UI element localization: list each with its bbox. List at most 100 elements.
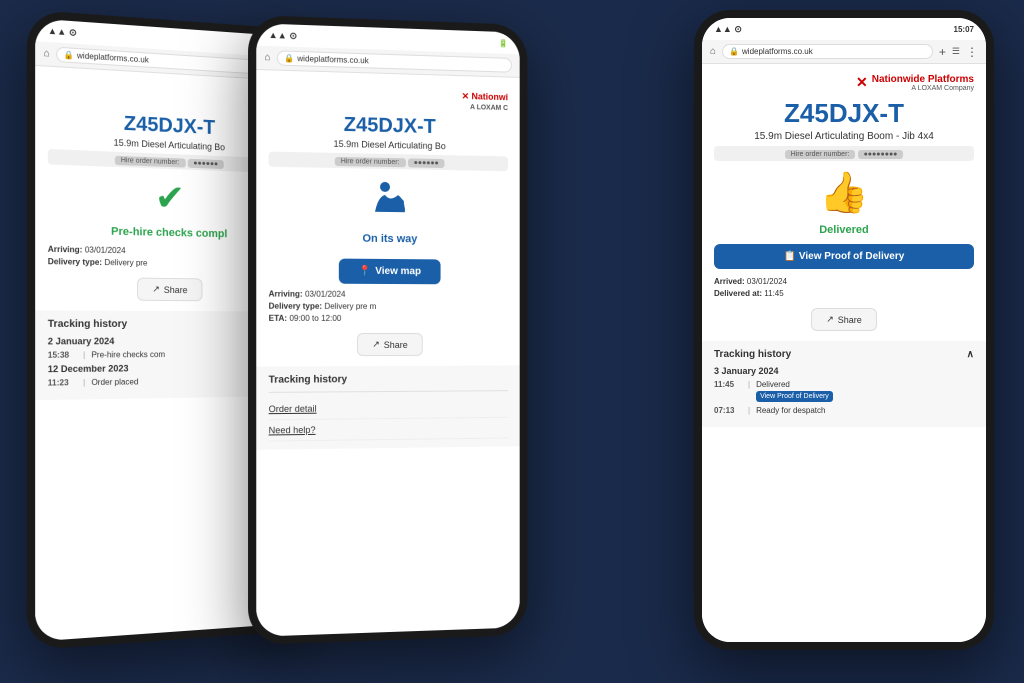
tracking-time-1-left: 15:38 — [48, 350, 77, 359]
arriving-value-left: 03/01/2024 — [85, 245, 126, 255]
share-button-left[interactable]: ↗ Share — [137, 278, 202, 302]
plus-icon-right[interactable]: + — [939, 45, 946, 59]
share-label-right: Share — [838, 315, 862, 325]
tracking-time-2-left: 11:23 — [48, 378, 77, 388]
phone-middle-body: ▲▲ ⊙ 🔋 ⌂ 🔒 wideplatforms.co.uk — [248, 15, 527, 645]
need-help-link[interactable]: Need help? — [269, 418, 508, 442]
url-bar-middle[interactable]: 🔒 wideplatforms.co.uk — [277, 50, 512, 72]
phone-right-body: ▲▲ ⊙ 15:07 ⌂ 🔒 wideplatforms.co.uk + ☰ ⋮ — [694, 10, 994, 650]
tracking-history-label-right: Tracking history — [714, 349, 791, 360]
arrived-right: Arrived: 03/01/2024 — [714, 277, 974, 286]
brand-sub-right: A LOXAM Company — [872, 85, 974, 92]
delivery-type-label-middle: Delivery type: — [269, 302, 323, 311]
tracking-entry-2-right: 07:13 | Ready for despatch — [714, 406, 974, 415]
hire-order-label-right: Hire order number: — [785, 150, 856, 159]
status-text-middle: On its way — [269, 232, 508, 247]
hire-order-value-left: ●●●●●● — [188, 159, 224, 169]
view-map-button[interactable]: 📍 View map — [339, 259, 441, 285]
order-detail-link[interactable]: Order detail — [269, 397, 508, 420]
eta-middle: ETA: 09:00 to 12:00 — [269, 314, 508, 323]
tracking-sep-2-left: | — [83, 378, 85, 387]
status-middle-battery: 🔋 — [498, 38, 508, 47]
machine-id-middle: Z45DJX-T — [269, 112, 508, 141]
delivery-type-value-left: Delivery pre — [104, 258, 147, 268]
order-detail-label: Order detail — [269, 404, 317, 415]
tracking-chevron-right[interactable]: ∧ — [967, 349, 974, 360]
content-inner-right: ✕ Nationwide Platforms A LOXAM Company Z… — [702, 64, 986, 437]
delivery-type-label-left: Delivery type: — [48, 257, 102, 267]
arriving-label-middle: Arriving: — [269, 289, 303, 298]
tracking-time-2-right: 07:13 — [714, 406, 742, 415]
tracking-history-label-left: Tracking history — [48, 319, 127, 330]
url-bar-right[interactable]: 🔒 wideplatforms.co.uk — [722, 44, 933, 59]
more-options-icon-right[interactable]: ⋮ — [966, 45, 978, 59]
need-help-label: Need help? — [269, 425, 316, 436]
phone-right-content: ✕ Nationwide Platforms A LOXAM Company Z… — [702, 64, 986, 642]
fade-overlay-middle — [256, 549, 519, 637]
arrived-label-right: Arrived: — [714, 277, 745, 286]
tracking-title-right: Tracking history ∧ — [714, 349, 974, 360]
lock-icon-right: 🔒 — [729, 47, 739, 56]
status-bar-right: ▲▲ ⊙ 15:07 — [702, 18, 986, 40]
status-icon-right: 👍 — [714, 169, 974, 216]
tracking-desc-2-right: Ready for despatch — [756, 406, 974, 415]
arriving-label-left: Arriving: — [48, 245, 83, 255]
bookmarks-icon-right[interactable]: ☰ — [952, 46, 960, 57]
home-icon-left[interactable]: ⌂ — [44, 48, 50, 60]
hire-order-label-middle: Hire order number: — [335, 157, 406, 167]
map-pin-icon: 📍 — [359, 266, 371, 277]
machine-id-right: Z45DJX-T — [714, 98, 974, 129]
tracking-history-label-middle: Tracking history — [269, 374, 348, 386]
url-text-left: wideplatforms.co.uk — [77, 51, 149, 65]
status-middle-icons: 🔋 — [498, 38, 508, 47]
lock-icon-left: 🔒 — [63, 50, 73, 60]
status-icon-middle — [269, 175, 508, 227]
content-inner-middle: ✕ NationwiA LOXAM C Z45DJX-T 15.9m Diese… — [256, 70, 519, 460]
view-map-label: View map — [375, 266, 421, 277]
home-icon-middle[interactable]: ⌂ — [264, 52, 270, 63]
delivered-at-label-right: Delivered at: — [714, 289, 762, 298]
status-middle-signal: ▲▲ ⊙ — [269, 29, 297, 41]
tracking-sep-1-right: | — [748, 380, 750, 402]
machine-desc-right: 15.9m Diesel Articulating Boom - Jib 4x4 — [714, 131, 974, 142]
share-button-middle[interactable]: ↗ Share — [357, 333, 422, 356]
eta-value-middle: 09:00 to 12:00 — [289, 314, 341, 323]
delivered-at-value-right: 11:45 — [764, 289, 783, 298]
tracking-sep-1-left: | — [83, 350, 85, 359]
share-label-middle: Share — [384, 339, 408, 349]
phone-right-screen: ▲▲ ⊙ 15:07 ⌂ 🔒 wideplatforms.co.uk + ☰ ⋮ — [702, 18, 986, 642]
status-right-time: 15:07 — [954, 25, 974, 34]
arriving-value-middle: 03/01/2024 — [305, 290, 346, 299]
view-pod-button[interactable]: 📋 View Proof of Delivery — [714, 244, 974, 269]
tracking-time-1-right: 11:45 — [714, 380, 742, 402]
tracking-sep-2-right: | — [748, 406, 750, 415]
pod-icon: 📋 — [784, 251, 796, 262]
tracking-history-right: Tracking history ∧ 3 January 2024 11:45 … — [702, 341, 986, 427]
brand-logo-middle: ✕ NationwiA LOXAM C — [269, 81, 508, 113]
divider-1-middle — [269, 390, 508, 393]
phone-middle: ▲▲ ⊙ 🔋 ⌂ 🔒 wideplatforms.co.uk — [248, 15, 527, 645]
home-icon-right[interactable]: ⌂ — [710, 46, 716, 57]
phone-right: ▲▲ ⊙ 15:07 ⌂ 🔒 wideplatforms.co.uk + ☰ ⋮ — [694, 10, 994, 650]
share-icon-middle: ↗ — [372, 339, 380, 350]
hire-order-value-right: ●●●●●●●● — [858, 150, 904, 159]
delivery-type-middle: Delivery type: Delivery pre m — [269, 302, 508, 312]
url-text-middle: wideplatforms.co.uk — [297, 54, 368, 65]
share-icon-left: ↗ — [152, 284, 160, 295]
phone-middle-content: ✕ NationwiA LOXAM C Z45DJX-T 15.9m Diese… — [256, 70, 519, 637]
status-text-right: Delivered — [714, 224, 974, 236]
tracking-title-middle: Tracking history — [269, 373, 508, 385]
status-right-signal: ▲▲ ⊙ — [714, 24, 742, 35]
view-pod-label: View Proof of Delivery — [799, 251, 904, 262]
hire-order-label-left: Hire order number: — [115, 156, 186, 168]
share-button-right[interactable]: ↗ Share — [811, 308, 877, 331]
view-pod-link-right[interactable]: View Proof of Delivery — [756, 391, 833, 402]
tracking-date-1-right: 3 January 2024 — [714, 366, 974, 376]
status-right-icons: 15:07 — [954, 25, 974, 34]
browser-bar-right[interactable]: ⌂ 🔒 wideplatforms.co.uk + ☰ ⋮ — [702, 40, 986, 64]
delivery-type-value-middle: Delivery pre m — [324, 302, 376, 311]
hire-order-right: Hire order number: ●●●●●●●● — [714, 146, 974, 161]
status-left-signal: ▲▲ ⊙ — [48, 25, 77, 38]
brand-name-middle: ✕ NationwiA LOXAM C — [269, 91, 508, 112]
arriving-middle: Arriving: 03/01/2024 — [269, 289, 508, 299]
